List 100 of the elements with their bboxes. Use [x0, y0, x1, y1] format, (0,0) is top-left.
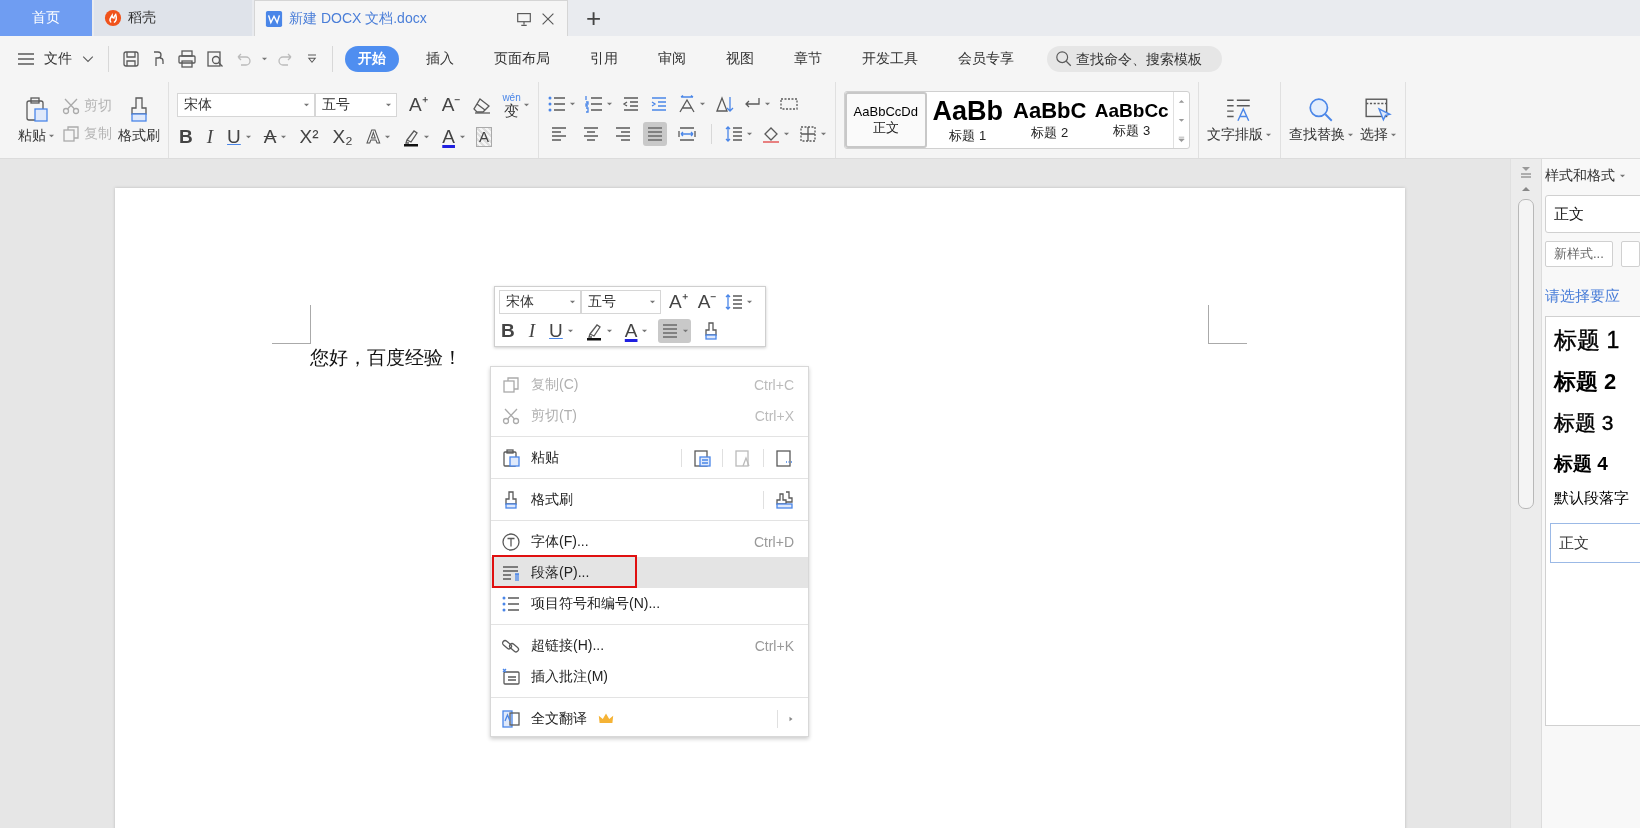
ribbon-tab[interactable]: 插入 — [413, 46, 467, 72]
phonetic-guide-button[interactable]: wén 变 — [502, 92, 521, 118]
style-list-item[interactable]: 标题 3 — [1554, 409, 1640, 451]
double-brush-icon[interactable] — [774, 489, 794, 510]
new-style-button[interactable]: 新样式... — [1545, 241, 1613, 267]
new-tab-button[interactable]: + — [568, 0, 620, 36]
caret-icon[interactable] — [1619, 173, 1626, 179]
style-preset[interactable]: AaBb 标题 1 — [926, 92, 1009, 148]
caret-icon[interactable] — [458, 133, 466, 140]
font-size-dropdown[interactable]: 五号 — [315, 93, 397, 117]
paste-button[interactable]: 粘贴 — [18, 95, 55, 145]
sort-icon[interactable] — [713, 94, 734, 114]
caret-icon[interactable] — [261, 56, 268, 62]
print-preview-icon[interactable] — [205, 49, 225, 69]
font-name-dropdown[interactable]: 宋体 — [177, 93, 315, 117]
font-color-button[interactable]: A — [622, 320, 640, 342]
caret-icon[interactable] — [244, 133, 252, 140]
caret-icon[interactable] — [782, 131, 790, 137]
caret-icon[interactable] — [746, 299, 754, 305]
select-button[interactable]: 选择 — [1359, 96, 1397, 144]
copy-icon — [501, 374, 521, 395]
caret-icon[interactable] — [423, 133, 431, 140]
scroll-down-icon[interactable] — [1176, 116, 1186, 124]
bullets-icon[interactable] — [546, 94, 567, 114]
strikethrough-button[interactable]: A — [261, 125, 279, 148]
align-button[interactable] — [658, 319, 692, 343]
style-list-item[interactable]: 默认段落字 — [1554, 489, 1640, 523]
caret-icon[interactable] — [384, 133, 392, 140]
character-shading-button[interactable]: A — [475, 126, 492, 147]
caret-icon[interactable] — [566, 328, 574, 334]
font-size-dropdown[interactable]: 五号 — [581, 290, 661, 314]
print-icon[interactable] — [177, 49, 197, 69]
style-list-item[interactable]: 标题 2 — [1554, 367, 1640, 409]
style-list-item[interactable]: 标题 4 — [1554, 451, 1640, 489]
line-spacing-icon[interactable] — [724, 292, 745, 312]
caret-icon[interactable] — [568, 101, 576, 107]
style-preset[interactable]: AaBbC 标题 2 — [1008, 92, 1091, 148]
script-button[interactable]: X₂ — [330, 125, 355, 148]
paste-keep-format-icon[interactable] — [692, 447, 712, 468]
caret-icon[interactable] — [763, 101, 771, 107]
borders-icon[interactable] — [797, 124, 818, 144]
selected-style-item[interactable]: 正文 — [1550, 523, 1640, 563]
find-replace-button[interactable]: 查找替换 — [1288, 96, 1354, 144]
text-layout-button[interactable]: 文字排版 — [1206, 96, 1272, 144]
context-menu-item[interactable]: 全文翻译 — [491, 703, 808, 734]
expand-gallery-icon[interactable] — [1176, 134, 1186, 143]
context-menu-item[interactable]: 段落(P)... — [491, 557, 808, 588]
style-preset[interactable]: AaBbCcDd 正文 — [844, 92, 927, 148]
style-list-item[interactable]: 标题 1 — [1554, 325, 1640, 367]
ribbon-tab[interactable]: 会员专享 — [945, 46, 1027, 72]
caret-icon[interactable] — [819, 131, 827, 137]
grow-font-button[interactable]: A⁺ — [407, 94, 430, 116]
italic-button[interactable]: I — [204, 125, 216, 148]
ribbon-tab[interactable]: 开发工具 — [849, 46, 931, 72]
shrink-font-button[interactable]: A⁻ — [695, 291, 719, 313]
ribbon-tab[interactable]: 章节 — [781, 46, 835, 72]
command-search-field[interactable]: 查找命令、搜索模板 — [1047, 46, 1222, 72]
caret-icon[interactable] — [605, 101, 613, 107]
bold-button[interactable]: B — [177, 125, 195, 148]
grow-font-button[interactable]: A⁺ — [667, 291, 690, 313]
scrollbar-thumb[interactable] — [1518, 199, 1534, 509]
scroll-up-icon[interactable] — [1176, 97, 1186, 106]
current-style-field[interactable]: 正文 — [1545, 195, 1640, 233]
document-tab[interactable]: 新建 DOCX 文档.docx — [254, 0, 568, 36]
file-menu[interactable]: 文件 — [44, 50, 72, 68]
caret-icon[interactable] — [745, 131, 753, 137]
numbering-icon[interactable] — [583, 94, 604, 114]
caret-icon[interactable] — [522, 102, 530, 108]
outline-text-button[interactable]: A — [364, 125, 383, 148]
font-name-dropdown[interactable]: 宋体 — [499, 290, 581, 314]
context-menu-item[interactable]: 项目符号和编号(N)... — [491, 588, 808, 619]
context-menu-item[interactable]: 插入批注(M) — [491, 661, 808, 692]
caret-icon[interactable] — [605, 328, 613, 334]
style-preset[interactable]: AaBbCc 标题 3 — [1090, 92, 1173, 148]
shrink-font-button[interactable]: A⁻ — [439, 94, 463, 116]
ribbon-tab[interactable]: 审阅 — [645, 46, 699, 72]
underline-button[interactable]: U — [547, 320, 565, 342]
script-button[interactable]: X² — [297, 125, 321, 148]
ribbon-tab[interactable]: 引用 — [577, 46, 631, 72]
italic-button[interactable]: I — [526, 320, 538, 342]
context-menu-item[interactable]: 字体(F)... Ctrl+D — [491, 526, 808, 557]
ribbon-tab[interactable]: 页面布局 — [481, 46, 563, 72]
format-painter-button[interactable]: 格式刷 — [118, 95, 160, 145]
app-tab[interactable]: 稻壳 — [94, 0, 252, 36]
document-text: 您好，百度经验！ — [310, 346, 462, 370]
line-spacing-icon[interactable] — [723, 124, 744, 144]
context-menu-item[interactable]: 超链接(H)... Ctrl+K — [491, 630, 808, 661]
underline-button[interactable]: U — [225, 125, 243, 148]
save-icon[interactable] — [121, 49, 141, 69]
caret-icon[interactable] — [698, 101, 706, 107]
context-menu-item[interactable]: 格式刷 — [491, 484, 808, 515]
justify-icon[interactable] — [642, 122, 667, 146]
caret-icon[interactable] — [280, 133, 288, 140]
font-color-button[interactable]: A — [440, 125, 457, 148]
paste-special-icon[interactable] — [774, 447, 794, 468]
ribbon-tab[interactable]: 视图 — [713, 46, 767, 72]
bold-button[interactable]: B — [499, 320, 517, 342]
caret-icon[interactable] — [641, 328, 649, 334]
scroll-up-icon[interactable] — [1521, 185, 1531, 193]
context-menu-item[interactable]: 粘贴 — [491, 442, 808, 473]
